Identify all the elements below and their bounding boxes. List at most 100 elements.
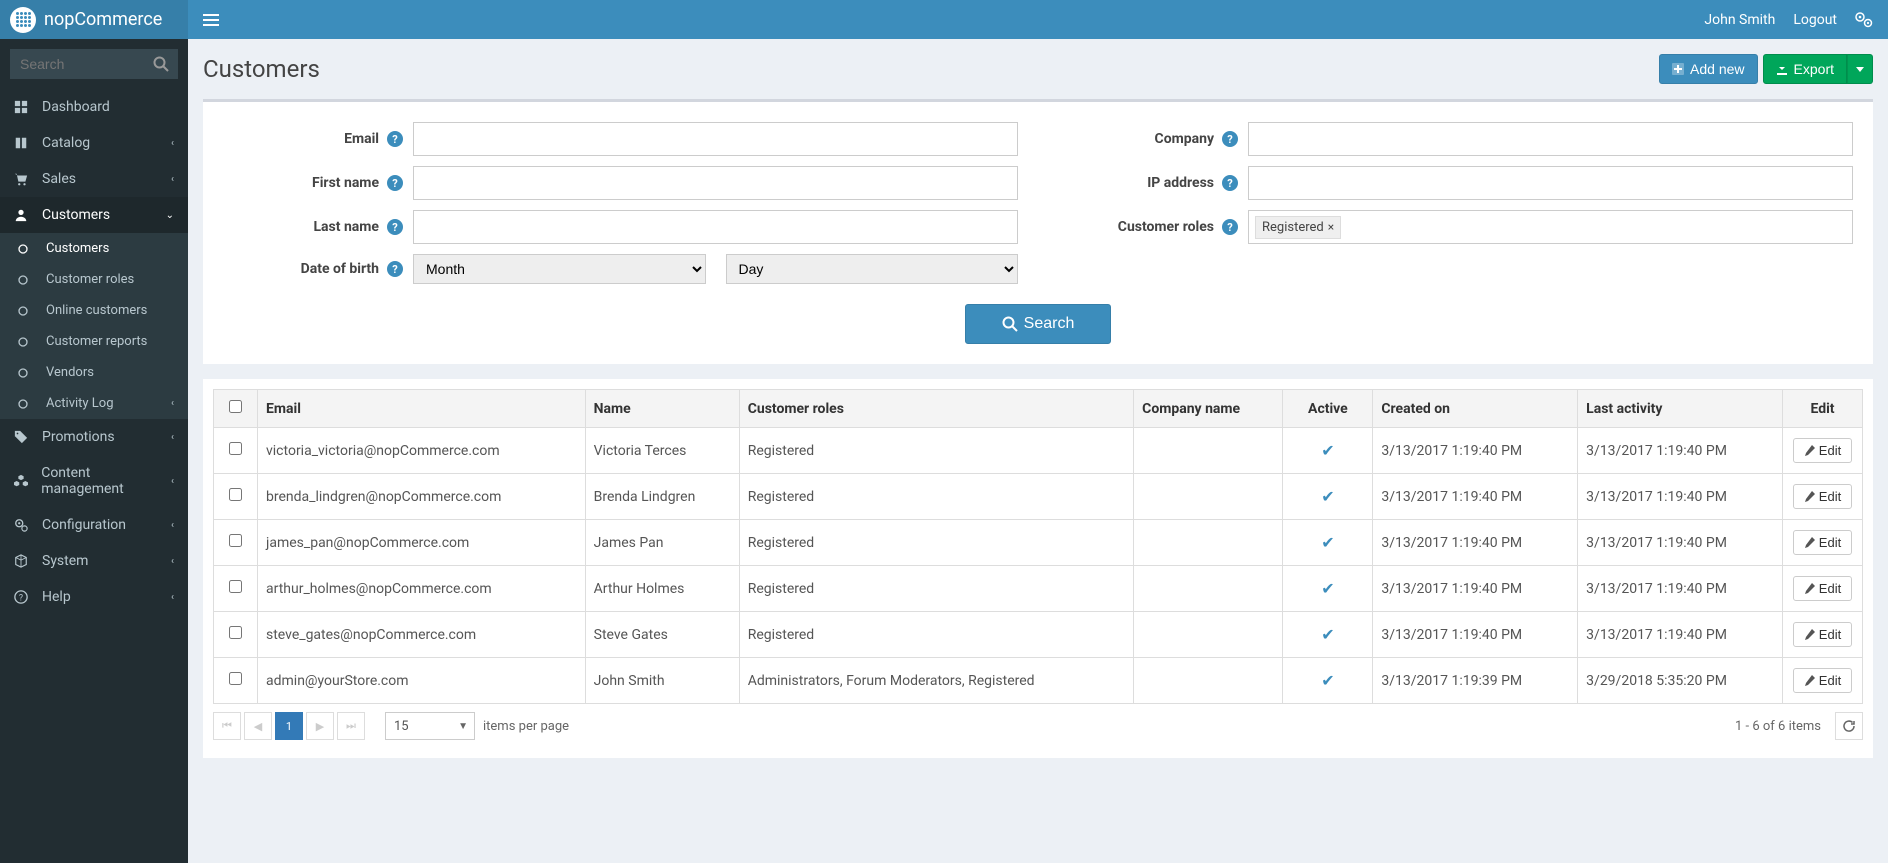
edit-button[interactable]: Edit <box>1793 530 1852 555</box>
row-checkbox[interactable] <box>229 488 242 501</box>
pager-last-button[interactable]: ⏭ <box>337 712 365 740</box>
select-all-checkbox[interactable] <box>229 400 242 413</box>
brand-logo[interactable]: nopCommerce <box>0 0 188 39</box>
col-activity[interactable]: Last activity <box>1578 390 1783 428</box>
help-icon[interactable]: ? <box>387 261 403 277</box>
row-checkbox[interactable] <box>229 672 242 685</box>
chevron-left-icon: ‹ <box>171 476 174 487</box>
sidebar-subitem-customer-reports[interactable]: Customer reports <box>0 326 188 357</box>
sidebar-item-configuration[interactable]: Configuration‹ <box>0 507 188 543</box>
edit-button[interactable]: Edit <box>1793 622 1852 647</box>
add-new-button[interactable]: Add new <box>1659 54 1757 84</box>
check-icon: ✔ <box>1321 625 1334 644</box>
row-checkbox[interactable] <box>229 442 242 455</box>
chevron-left-icon: ‹ <box>171 138 174 149</box>
help-icon[interactable]: ? <box>387 219 403 235</box>
sidebar-item-dashboard[interactable]: Dashboard <box>0 89 188 125</box>
remove-tag-icon[interactable]: × <box>1328 220 1334 234</box>
sidebar-item-help[interactable]: ?Help‹ <box>0 579 188 615</box>
edit-button[interactable]: Edit <box>1793 576 1852 601</box>
sidebar-item-system[interactable]: System‹ <box>0 543 188 579</box>
cell-activity: 3/13/2017 1:19:40 PM <box>1578 474 1783 520</box>
sidebar-item-label: Customers <box>46 241 109 256</box>
toggle-nav-button[interactable] <box>188 14 234 26</box>
sidebar-item-customers[interactable]: Customers⌄ <box>0 197 188 233</box>
roles-input[interactable]: Registered× <box>1248 210 1853 244</box>
book-icon <box>14 136 34 150</box>
sidebar-item-promotions[interactable]: Promotions‹ <box>0 419 188 455</box>
sidebar-item-sales[interactable]: Sales‹ <box>0 161 188 197</box>
col-name[interactable]: Name <box>585 390 739 428</box>
month-select[interactable]: Month <box>413 254 706 284</box>
help-icon[interactable]: ? <box>1222 131 1238 147</box>
cell-name: Steve Gates <box>585 612 739 658</box>
cell-company <box>1134 520 1283 566</box>
cell-roles: Registered <box>739 428 1133 474</box>
refresh-icon <box>1842 719 1856 733</box>
sidebar-item-label: Customer roles <box>46 272 134 287</box>
brand-icon <box>10 7 36 33</box>
help-icon[interactable]: ? <box>1222 219 1238 235</box>
cell-email: james_pan@nopCommerce.com <box>258 520 586 566</box>
email-input[interactable] <box>413 122 1018 156</box>
pager-first-button[interactable]: ⏮ <box>213 712 241 740</box>
day-select[interactable]: Day <box>726 254 1019 284</box>
search-button[interactable]: Search <box>965 304 1112 344</box>
help-icon[interactable]: ? <box>1222 175 1238 191</box>
help-icon[interactable]: ? <box>387 175 403 191</box>
plus-icon <box>1672 63 1684 75</box>
col-active[interactable]: Active <box>1283 390 1373 428</box>
cell-name: Brenda Lindgren <box>585 474 739 520</box>
sidebar-subitem-online-customers[interactable]: Online customers <box>0 295 188 326</box>
cell-active: ✔ <box>1283 520 1373 566</box>
cell-company <box>1134 428 1283 474</box>
sidebar-subitem-activity-log[interactable]: Activity Log‹ <box>0 388 188 419</box>
logout-link[interactable]: Logout <box>1793 12 1837 28</box>
refresh-button[interactable] <box>1835 712 1863 740</box>
row-checkbox[interactable] <box>229 580 242 593</box>
search-icon <box>1002 316 1018 332</box>
role-tag: Registered× <box>1255 216 1341 239</box>
pager-prev-button[interactable]: ◀ <box>244 712 272 740</box>
sidebar-item-content-management[interactable]: Content management‹ <box>0 455 188 507</box>
col-roles[interactable]: Customer roles <box>739 390 1133 428</box>
roles-label: Customer roles? <box>1058 219 1248 235</box>
brand-text: nopCommerce <box>44 9 162 30</box>
sidebar-search-button[interactable] <box>144 49 178 79</box>
col-created[interactable]: Created on <box>1373 390 1578 428</box>
export-button[interactable]: Export <box>1763 54 1847 84</box>
col-company[interactable]: Company name <box>1134 390 1283 428</box>
pager-page-1[interactable]: 1 <box>275 712 303 740</box>
sidebar-item-label: Customers <box>42 207 110 223</box>
ip-input[interactable] <box>1248 166 1853 200</box>
sidebar-item-label: Promotions <box>42 429 115 445</box>
user-name-link[interactable]: John Smith <box>1704 12 1775 28</box>
pager-next-button[interactable]: ▶ <box>306 712 334 740</box>
cell-name: James Pan <box>585 520 739 566</box>
edit-button[interactable]: Edit <box>1793 438 1852 463</box>
firstname-label: First name? <box>223 175 413 191</box>
export-dropdown-button[interactable] <box>1847 54 1873 84</box>
edit-button[interactable]: Edit <box>1793 484 1852 509</box>
sidebar-item-catalog[interactable]: Catalog‹ <box>0 125 188 161</box>
row-checkbox[interactable] <box>229 534 242 547</box>
col-email[interactable]: Email <box>258 390 586 428</box>
sidebar-subitem-customers[interactable]: Customers <box>0 233 188 264</box>
help-icon[interactable]: ? <box>387 131 403 147</box>
sidebar-subitem-vendors[interactable]: Vendors <box>0 357 188 388</box>
circle-icon <box>18 244 38 254</box>
circle-icon <box>18 306 38 316</box>
sidebar-search-input[interactable] <box>10 49 144 79</box>
settings-link[interactable] <box>1855 12 1873 28</box>
dob-label: Date of birth? <box>223 261 413 277</box>
company-input[interactable] <box>1248 122 1853 156</box>
cell-name: Arthur Holmes <box>585 566 739 612</box>
cell-name: Victoria Terces <box>585 428 739 474</box>
edit-button[interactable]: Edit <box>1793 668 1852 693</box>
lastname-input[interactable] <box>413 210 1018 244</box>
cell-active: ✔ <box>1283 474 1373 520</box>
row-checkbox[interactable] <box>229 626 242 639</box>
sidebar-subitem-customer-roles[interactable]: Customer roles <box>0 264 188 295</box>
page-size-select[interactable]: 15 <box>385 712 475 740</box>
firstname-input[interactable] <box>413 166 1018 200</box>
